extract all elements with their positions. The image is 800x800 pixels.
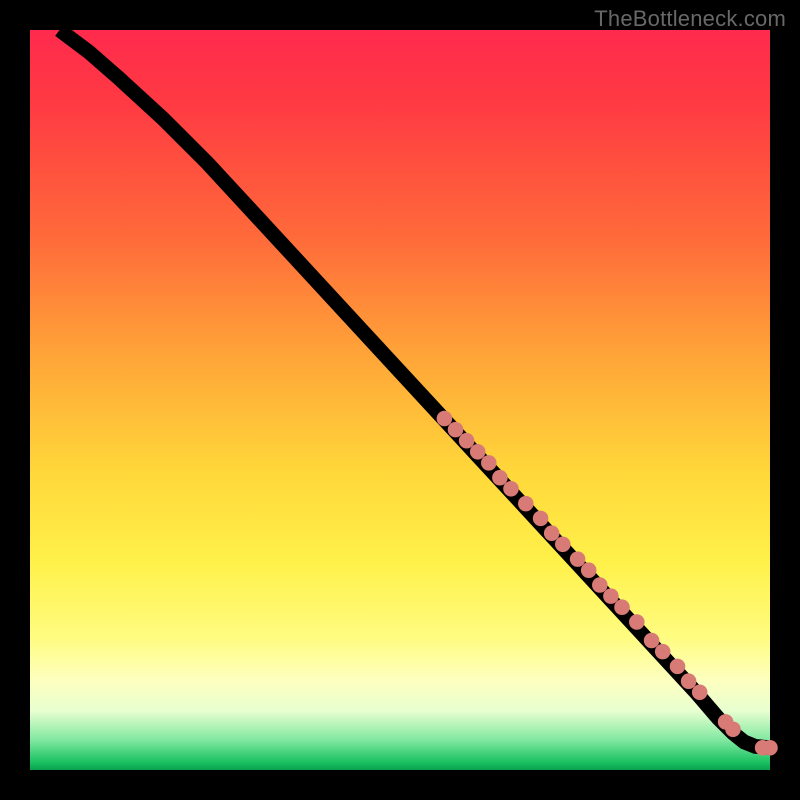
data-marker [544,525,560,541]
data-marker [555,537,571,553]
data-marker [644,633,660,649]
data-marker [592,577,608,593]
chart-overlay [30,30,770,770]
data-marker [681,673,697,689]
data-marker [603,588,619,604]
data-marker [762,740,778,756]
chart-frame: TheBottleneck.com [0,0,800,800]
data-marker [448,422,464,438]
data-marker [629,614,645,630]
data-marker [570,551,586,567]
data-marker [655,644,671,660]
data-marker [503,481,519,497]
data-marker [492,470,508,486]
data-marker [670,659,686,675]
data-marker [581,562,597,578]
data-marker [459,433,475,449]
data-marker [470,444,486,460]
data-marker [692,685,708,701]
watermark-text: TheBottleneck.com [594,6,786,32]
data-marker [518,496,534,512]
data-marker [437,411,453,427]
data-marker [614,599,630,615]
data-marker [725,722,741,738]
marker-group [437,411,778,756]
data-marker [481,455,497,471]
data-curve [60,30,770,748]
data-marker [533,511,549,527]
